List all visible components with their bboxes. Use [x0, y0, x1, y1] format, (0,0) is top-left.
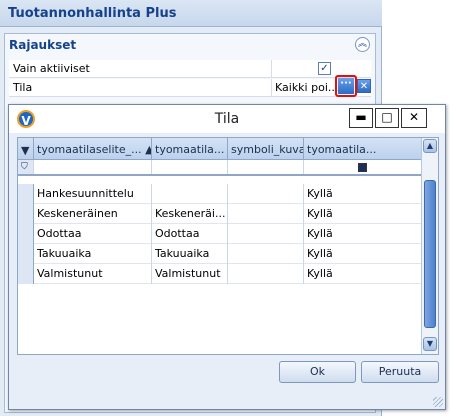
filter-cell-3[interactable] [228, 160, 304, 174]
status-value: Kaikki poi... [275, 81, 339, 94]
sort-ascending-icon: ▲ [145, 143, 151, 156]
table-cell: Takuuaika [152, 244, 228, 264]
column-header-1[interactable]: tyomaatilaselite_... ▲ [34, 138, 152, 160]
table-cell: Odottaa [152, 224, 228, 244]
table-cell: Kyllä [304, 244, 422, 264]
app-title: Tuotannonhallinta Plus [0, 0, 382, 27]
status-grid: ▼ tyomaatilaselite_... ▲ tyomaatila... s… [17, 137, 439, 355]
double-chevron-up-icon[interactable]: ︽ [355, 37, 370, 52]
table-cell: Takuuaika [34, 244, 152, 264]
table-row[interactable]: Odottaa Odottaa Kyllä [18, 224, 422, 244]
active-only-label: Vain aktiiviset [13, 62, 90, 75]
table-row[interactable]: Valmistunut Valmistunut Kyllä [18, 264, 422, 284]
cancel-button[interactable]: Peruuta [361, 361, 439, 383]
filter-cell-1[interactable] [34, 160, 152, 174]
column-header-3[interactable]: symboli_kuva [228, 138, 304, 160]
table-cell [228, 224, 304, 244]
status-dialog: V Tila ▬ □ ✕ ▼ tyomaatilaselite_... ▲ ty… [8, 104, 446, 410]
resize-grip-icon[interactable] [433, 397, 443, 407]
maximize-icon: □ [381, 110, 393, 124]
grid-filter-row: ⛉ [18, 160, 422, 176]
ok-button[interactable]: Ok [279, 361, 356, 383]
table-cell: Kyllä [304, 264, 422, 284]
table-cell: Kyllä [304, 184, 422, 204]
dialog-titlebar: V Tila ▬ □ ✕ [9, 105, 445, 133]
scroll-up-icon[interactable]: ▲ [423, 139, 437, 153]
status-label: Tila [13, 81, 33, 94]
grid-header: ▼ tyomaatilaselite_... ▲ tyomaatila... s… [18, 138, 422, 160]
close-icon: ✕ [359, 81, 369, 92]
filter-icon: ⛉ [18, 160, 34, 174]
vertical-scrollbar[interactable]: ▲ ▼ [421, 138, 438, 354]
status-clear-button[interactable]: ✕ [357, 79, 371, 93]
table-cell: Odottaa [34, 224, 152, 244]
table-cell: Valmistunut [34, 264, 152, 284]
table-row[interactable]: Keskeneräinen Keskeneräi... Kyllä [18, 204, 422, 224]
table-row[interactable]: Hankesuunnittelu Kyllä [18, 184, 422, 204]
table-cell: Valmistunut [152, 264, 228, 284]
table-cell [228, 204, 304, 224]
scrollbar-thumb[interactable] [424, 180, 436, 328]
table-cell [228, 244, 304, 264]
close-icon: ✕ [408, 110, 420, 124]
ellipsis-icon: ··· [338, 78, 354, 94]
minimize-icon: ▬ [355, 110, 367, 124]
filter-cell-2[interactable] [152, 160, 228, 174]
table-row[interactable]: Takuuaika Takuuaika Kyllä [18, 244, 422, 264]
column-chooser-icon[interactable]: ▼ [18, 138, 34, 160]
filter-checkbox[interactable] [358, 163, 367, 172]
scroll-down-icon[interactable]: ▼ [423, 337, 437, 351]
column-header-4[interactable]: tyomaatila... [304, 138, 422, 160]
table-cell [228, 264, 304, 284]
filter-row-active: Vain aktiiviset ✓ [9, 60, 371, 78]
table-cell: Keskeneräi... [152, 204, 228, 224]
minimize-button[interactable]: ▬ [349, 108, 373, 128]
column-header-2[interactable]: tyomaatila... [152, 138, 228, 160]
section-title: Rajaukset [9, 38, 77, 52]
table-cell [228, 184, 304, 204]
table-cell: Hankesuunnittelu [34, 184, 152, 204]
table-cell [152, 184, 228, 204]
filter-row-status: Tila Kaikki poi... ··· ✕ [9, 75, 371, 97]
active-only-checkbox[interactable]: ✓ [318, 62, 331, 75]
maximize-button[interactable]: □ [375, 108, 399, 128]
table-cell: Kyllä [304, 204, 422, 224]
table-cell: Keskeneräinen [34, 204, 152, 224]
status-browse-button[interactable]: ··· [335, 75, 357, 97]
table-cell: Kyllä [304, 224, 422, 244]
close-button[interactable]: ✕ [401, 108, 427, 128]
